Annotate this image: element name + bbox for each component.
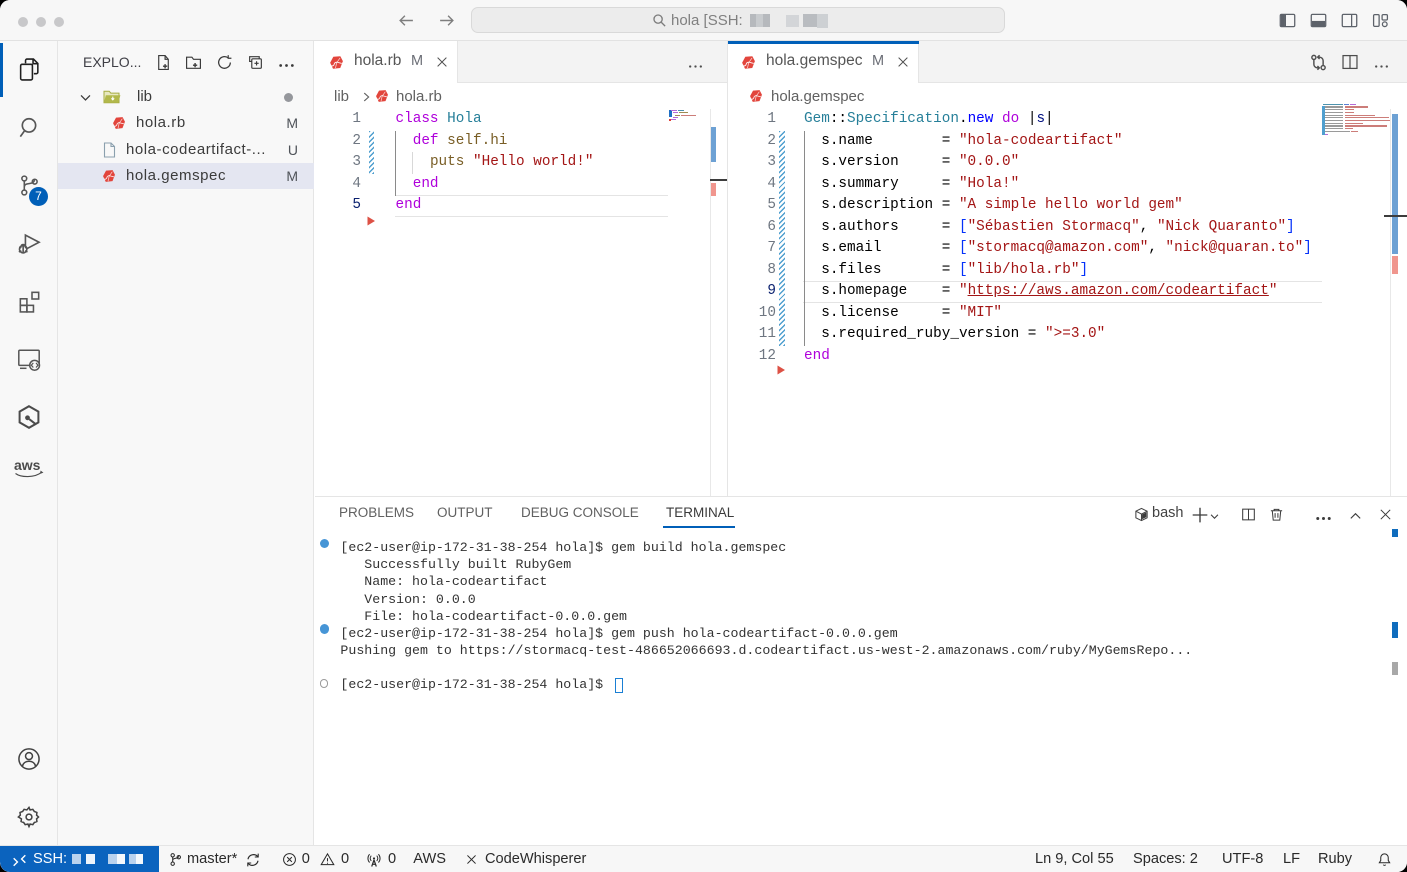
svg-text:aws: aws — [14, 457, 41, 473]
